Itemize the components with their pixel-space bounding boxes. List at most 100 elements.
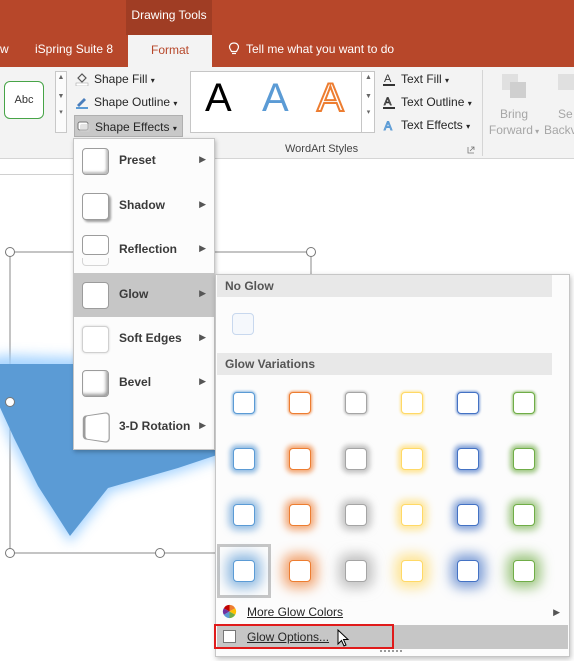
no-glow-option[interactable] [232, 313, 254, 335]
glow-variation-option[interactable] [441, 488, 495, 542]
glow-variation-option[interactable] [329, 488, 383, 542]
glow-variation-swatch [513, 504, 535, 526]
text-fill-button[interactable]: A Text Fill ▾ [381, 69, 449, 89]
soft-edges-thumbnail [82, 326, 109, 353]
ribbon-group-separator [482, 70, 483, 156]
glow-variation-option[interactable] [385, 376, 439, 430]
glow-variation-option[interactable] [273, 376, 327, 430]
glow-variation-option[interactable] [385, 432, 439, 486]
send-backward-label-1[interactable]: Se [558, 106, 574, 122]
shadow-thumbnail [82, 193, 109, 220]
menu-item-glow[interactable]: Glow ▶ [74, 273, 214, 317]
highlight-box [214, 624, 394, 649]
glow-variation-swatch [513, 392, 535, 414]
mouse-cursor-icon [337, 629, 350, 647]
glow-variation-option[interactable] [441, 544, 495, 598]
wordart-style-black[interactable]: A [205, 76, 232, 121]
wordart-gallery-scroll[interactable]: ▲ ▼ ▾ [361, 71, 375, 133]
tell-me-search[interactable]: Tell me what you want to do [246, 42, 394, 56]
chevron-right-icon: ▶ [199, 332, 206, 342]
glow-variation-swatch [289, 504, 311, 526]
glow-thumbnail [82, 282, 109, 309]
glow-variation-option[interactable] [385, 544, 439, 598]
pencil-icon [76, 98, 88, 109]
send-backward-label-2[interactable]: Backv [544, 122, 574, 138]
glow-variation-swatch [401, 392, 423, 414]
more-glow-colors-item[interactable]: More Glow Colors ▶ [217, 600, 568, 624]
glow-variation-swatch [457, 560, 479, 582]
glow-variation-swatch [345, 392, 367, 414]
menu-item-bevel[interactable]: Bevel ▶ [74, 361, 214, 405]
shape-outline-label: Shape Outline [94, 95, 171, 109]
resize-grip[interactable] [380, 650, 402, 652]
no-glow-header: No Glow [217, 275, 552, 297]
svg-text:A: A [384, 96, 392, 108]
text-outline-label: Text Outline [401, 95, 465, 109]
reflection-mirror [82, 258, 109, 266]
glow-variation-swatch [233, 392, 255, 414]
soft-edges-label: Soft Edges [119, 331, 182, 345]
bevel-label: Bevel [119, 375, 152, 389]
glow-variation-swatch [457, 392, 479, 414]
3d-rotation-thumbnail [84, 411, 110, 444]
text-effects-label: Text Effects [401, 118, 463, 132]
context-tab-title: Drawing Tools [131, 8, 207, 22]
glow-variations-header: Glow Variations [217, 353, 552, 375]
glow-variation-option[interactable] [497, 432, 551, 486]
tab-ispring[interactable]: iSpring Suite 8 [35, 42, 113, 56]
title-bar [0, 0, 574, 67]
shadow-label: Shadow [119, 198, 166, 212]
chevron-right-icon: ▶ [199, 288, 206, 298]
glow-variation-option[interactable] [217, 376, 271, 430]
shape-outline-button[interactable]: Shape Outline ▾ [74, 92, 177, 112]
glow-variation-option[interactable] [217, 544, 271, 598]
shape-styles-scroll[interactable]: ▲ ▼ ▾ [55, 71, 67, 133]
glow-variation-swatch [401, 504, 423, 526]
shape-fill-label: Shape Fill [94, 72, 148, 86]
glow-variation-option[interactable] [273, 432, 327, 486]
glow-variation-swatch [233, 448, 255, 470]
glow-variation-option[interactable] [497, 544, 551, 598]
glow-variation-option[interactable] [217, 488, 271, 542]
reflection-label: Reflection [119, 242, 178, 256]
glow-variation-option[interactable] [497, 376, 551, 430]
text-outline-button[interactable]: A Text Outline ▾ [381, 92, 472, 112]
glow-variation-swatch [457, 504, 479, 526]
glow-variation-option[interactable] [329, 432, 383, 486]
glow-variation-swatch [289, 392, 311, 414]
glow-variation-option[interactable] [441, 376, 495, 430]
dialog-launcher-icon[interactable] [467, 146, 475, 154]
chevron-right-icon: ▶ [199, 243, 206, 253]
glow-variation-option[interactable] [385, 488, 439, 542]
bring-forward-text: Forward [488, 123, 533, 137]
bring-forward-label-1[interactable]: Bring [491, 106, 537, 122]
shape-fill-button[interactable]: Shape Fill ▾ [74, 69, 155, 89]
glow-variation-option[interactable] [441, 432, 495, 486]
wordart-style-orange-outline[interactable]: A [316, 75, 345, 121]
shape-style-sample[interactable]: Abc [4, 81, 44, 119]
wordart-group-label: WordArt Styles [285, 143, 359, 155]
glow-variation-option[interactable] [329, 376, 383, 430]
menu-item-3d-rotation[interactable]: 3-D Rotation ▶ [74, 405, 214, 449]
tab-view[interactable]: w [0, 42, 9, 56]
text-effects-button[interactable]: A Text Effects ▾ [381, 115, 471, 135]
glow-variation-swatch [513, 448, 535, 470]
tab-format[interactable]: Format [128, 35, 212, 67]
preset-label: Preset [119, 153, 156, 167]
menu-item-preset[interactable]: Preset ▶ [74, 139, 214, 183]
bring-forward-label-2[interactable]: Forward ▾ [486, 122, 542, 140]
more-glow-colors-label: More Glow Colors [247, 605, 344, 619]
text-fill-icon: A [383, 73, 395, 86]
glow-variation-option[interactable] [217, 432, 271, 486]
glow-variation-option[interactable] [329, 544, 383, 598]
glow-variation-option[interactable] [273, 488, 327, 542]
glow-variation-swatch [345, 560, 367, 582]
glow-variation-option[interactable] [273, 544, 327, 598]
bevel-thumbnail [82, 370, 109, 397]
shape-effects-button[interactable]: Shape Effects ▾ [74, 115, 183, 137]
menu-item-shadow[interactable]: Shadow ▶ [74, 184, 214, 228]
glow-variation-option[interactable] [497, 488, 551, 542]
menu-item-soft-edges[interactable]: Soft Edges ▶ [74, 317, 214, 361]
menu-item-reflection[interactable]: Reflection ▶ [74, 228, 214, 272]
wordart-style-blue[interactable]: A [262, 76, 289, 121]
